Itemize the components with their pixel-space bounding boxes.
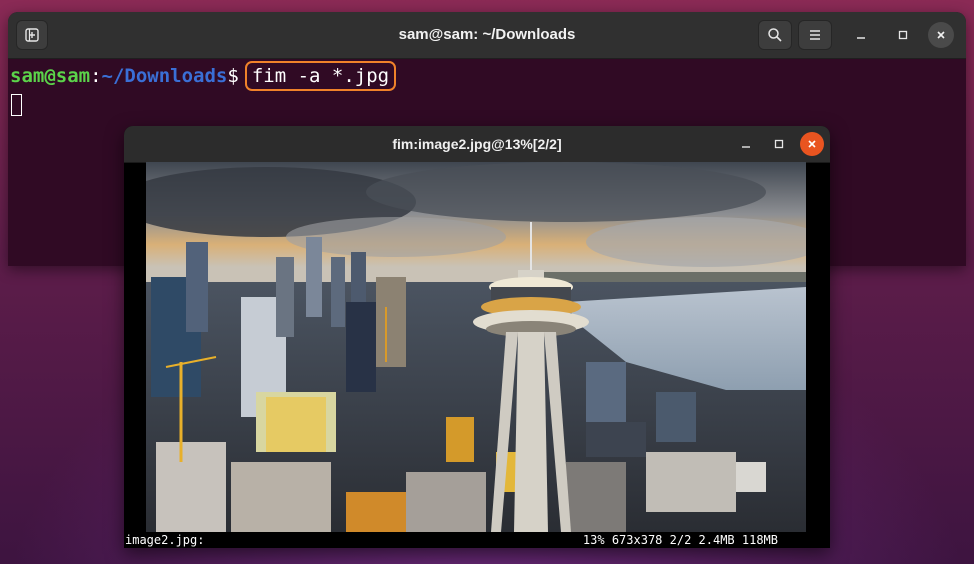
viewer-title: fim:image2.jpg@13%[2/2] [392, 136, 562, 152]
prompt-symbol: $ [227, 65, 239, 87]
close-button[interactable] [928, 22, 954, 48]
prompt-path: ~/Downloads [101, 65, 228, 87]
minimize-icon [857, 37, 865, 39]
menu-button[interactable] [798, 20, 832, 50]
minimize-icon [742, 146, 750, 148]
close-icon [937, 31, 945, 39]
viewer-maximize-button[interactable] [767, 132, 791, 156]
fim-viewer-window[interactable]: fim:image2.jpg@13%[2/2] image2.jpg: 13% … [124, 126, 830, 548]
seattle-space-needle-photo [146, 162, 806, 532]
maximize-icon [898, 30, 908, 40]
prompt-user: sam@sam [10, 65, 91, 87]
status-details: 13% 673x378 2/2 2.4MB 118MB [582, 533, 778, 547]
maximize-button[interactable] [890, 22, 916, 48]
viewer-minimize-button[interactable] [734, 132, 758, 156]
command-text: fim -a *.jpg [251, 65, 390, 87]
viewer-close-button[interactable] [800, 132, 824, 156]
maximize-icon [774, 139, 784, 149]
prompt-line: sam@sam:~/Downloads$ fim -a *.jpg [10, 61, 966, 91]
terminal-cursor[interactable] [11, 94, 22, 116]
search-icon [768, 28, 782, 42]
prompt-colon: : [90, 65, 102, 87]
status-filename: image2.jpg: [125, 533, 205, 547]
displayed-image [146, 162, 806, 532]
terminal-body[interactable]: sam@sam:~/Downloads$ fim -a *.jpg [8, 59, 966, 123]
terminal-header-bar[interactable]: sam@sam: ~/Downloads [8, 12, 966, 59]
close-icon [808, 140, 816, 148]
hamburger-menu-icon [810, 30, 820, 40]
minimize-button[interactable] [848, 22, 874, 48]
viewer-header-bar[interactable]: fim:image2.jpg@13%[2/2] [124, 126, 830, 163]
cursor-line [10, 91, 966, 123]
search-button[interactable] [758, 20, 792, 50]
viewer-status-bar: image2.jpg: 13% 673x378 2/2 2.4MB 118MB [124, 532, 830, 548]
command-highlight: fim -a *.jpg [244, 61, 397, 91]
